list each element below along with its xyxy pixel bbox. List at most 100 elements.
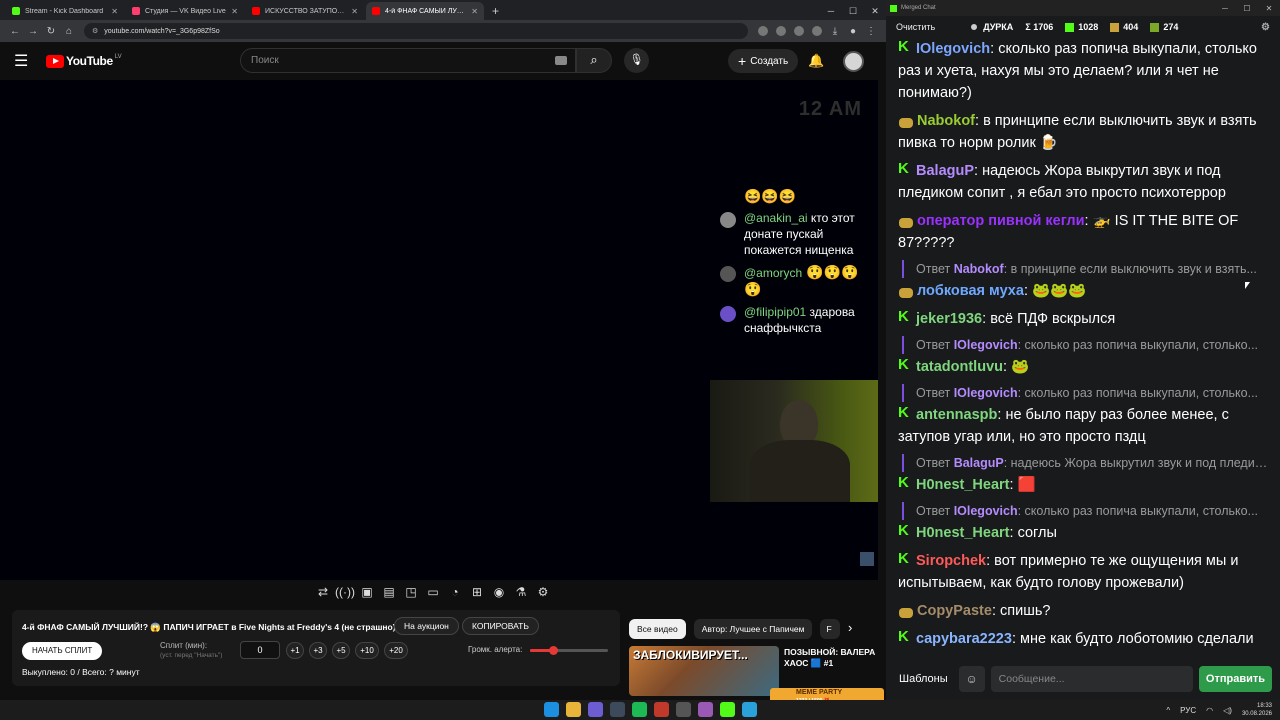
chat-username[interactable]: tatadontluvu — [916, 359, 1003, 375]
chat-username[interactable]: H0nest_Heart — [916, 525, 1010, 541]
reply-username[interactable]: IOlegovich — [954, 386, 1018, 400]
chat-username[interactable]: Siropchek — [916, 553, 986, 569]
hamburger-menu-icon[interactable]: ☰ — [14, 51, 38, 71]
home-icon[interactable]: ⌂ — [60, 26, 78, 37]
video-player[interactable]: 12 AM 😆😆😆 @anakin_ai кто этот донате пус… — [0, 80, 878, 580]
system-clock[interactable]: 18:33 30.08.2026 — [1242, 702, 1272, 718]
youtube-logo[interactable]: YouTube LV — [46, 54, 122, 68]
message-input[interactable]: Сообщение... — [990, 666, 1193, 692]
flask-icon[interactable]: ⚗ — [510, 583, 532, 601]
recommended-video-title[interactable]: ПОЗЫВНОЙ: ВАЛЕРА ХАОС 🟦 #1 — [784, 647, 876, 669]
telegram-icon[interactable] — [742, 702, 757, 717]
slider-knob[interactable] — [549, 646, 559, 655]
browser-tab[interactable]: Студия — VK Видео Live ✕ — [126, 2, 244, 20]
language-indicator[interactable]: РУС — [1180, 706, 1196, 715]
split-minutes-input[interactable]: 0 — [240, 641, 280, 659]
start-split-button[interactable]: НАЧАТЬ СПЛИТ — [22, 642, 103, 660]
minimize-icon[interactable]: ─ — [1214, 4, 1236, 13]
close-window-icon[interactable]: ✕ — [864, 2, 886, 20]
keyboard-icon[interactable] — [555, 56, 567, 65]
app-icon[interactable] — [676, 702, 691, 717]
network-icon[interactable]: ◠ — [1206, 706, 1213, 715]
new-tab-icon[interactable]: + — [486, 4, 505, 20]
chat-username[interactable]: jeker1936 — [916, 311, 982, 327]
extension-icon[interactable] — [758, 26, 768, 36]
extension-icon[interactable] — [776, 26, 786, 36]
chrome-icon[interactable] — [566, 702, 581, 717]
maximize-icon[interactable]: ☐ — [842, 2, 864, 20]
add-icon[interactable]: ⊞ — [466, 583, 488, 601]
reply-username[interactable]: Nabokof — [954, 262, 1004, 276]
chat-username[interactable]: оператор пивной кегли — [917, 213, 1085, 229]
avatar[interactable] — [843, 51, 864, 72]
download-icon[interactable]: ⤓ — [826, 26, 844, 37]
templates-button[interactable]: Шаблоны — [894, 666, 953, 692]
screenshot-icon[interactable]: ◉ — [488, 583, 510, 601]
extension-icon[interactable] — [794, 26, 804, 36]
copy-button[interactable]: КОПИРОВАТЬ — [462, 617, 539, 635]
close-tab-icon[interactable]: ✕ — [471, 7, 478, 16]
broadcast-icon[interactable]: ((·)) — [334, 583, 356, 601]
extension-icon[interactable] — [812, 26, 822, 36]
browser-tab[interactable]: ИСКУССТВО ЗАТУПОВ - YouTube ✕ — [246, 2, 364, 20]
chat-username[interactable]: H0nest_Heart — [916, 477, 1010, 493]
chat-username[interactable]: IOlegovich — [916, 41, 990, 57]
clear-chat-button[interactable]: Очистить — [896, 22, 935, 32]
chat-username[interactable]: CopyPaste — [917, 603, 992, 619]
maximize-icon[interactable]: ☐ — [1236, 4, 1258, 13]
reply-reference[interactable]: Ответ IOlegovich: сколько раз попича вык… — [902, 336, 1268, 354]
increment-button[interactable]: +20 — [384, 642, 408, 659]
search-button[interactable]: ⌕ — [576, 48, 612, 73]
windows-start-icon[interactable] — [544, 702, 559, 717]
back-icon[interactable]: ← — [6, 26, 24, 37]
volume-icon[interactable]: ◁) — [1223, 706, 1232, 715]
chip-author[interactable]: Автор: Лучшее с Папичем — [693, 619, 813, 639]
reply-reference[interactable]: Ответ IOlegovich: сколько раз попича вык… — [902, 502, 1268, 520]
increment-button[interactable]: +10 — [355, 642, 379, 659]
speed-icon[interactable]: ◔ — [444, 583, 466, 601]
chat-username[interactable]: Nabokof — [917, 113, 975, 129]
notifications-bell-icon[interactable]: 🔔 — [808, 53, 824, 69]
chat-username[interactable]: capybara2223 — [916, 631, 1012, 647]
reply-username[interactable]: BalaguP — [954, 456, 1004, 470]
picture-in-picture-icon[interactable]: ◳ — [400, 583, 422, 601]
chat-username[interactable]: BalaguP — [916, 163, 974, 179]
reply-reference[interactable]: Ответ IOlegovich: сколько раз попича вык… — [902, 384, 1268, 402]
clapper-icon[interactable]: ▤ — [378, 583, 400, 601]
loop-icon[interactable]: ⇄ — [312, 583, 334, 601]
obs-icon[interactable] — [698, 702, 713, 717]
create-button[interactable]: + Создать — [728, 49, 799, 73]
reply-username[interactable]: IOlegovich — [954, 338, 1018, 352]
chevron-right-icon[interactable]: › — [848, 620, 852, 635]
close-tab-icon[interactable]: ✕ — [351, 7, 358, 16]
forward-icon[interactable]: → — [24, 26, 42, 37]
subtitles-icon[interactable]: ▭ — [422, 583, 444, 601]
app-icon[interactable] — [654, 702, 669, 717]
reload-icon[interactable]: ↻ — [42, 26, 60, 37]
profile-icon[interactable]: ● — [844, 26, 862, 37]
chip-all-videos[interactable]: Все видео — [629, 619, 686, 639]
steam-icon[interactable] — [610, 702, 625, 717]
minimize-icon[interactable]: ─ — [820, 2, 842, 20]
reply-reference[interactable]: Ответ Nabokof: в принципе если выключить… — [902, 260, 1268, 278]
increment-button[interactable]: +3 — [309, 642, 327, 659]
address-bar[interactable]: ⚙ youtube.com/watch?v=_3G6p98ZfSo — [84, 23, 748, 39]
chat-message-list[interactable]: IOlegovich: сколько раз попича выкупали,… — [886, 38, 1280, 658]
channel-watermark-icon[interactable] — [860, 552, 874, 566]
menu-icon[interactable]: ⋮ — [862, 26, 880, 37]
recommended-video-thumbnail[interactable]: ЗАБЛОКИВИРУЕТ... — [629, 646, 779, 696]
chat-username[interactable]: лобковая муха — [917, 283, 1024, 299]
chat-username[interactable]: antennaspb — [916, 407, 997, 423]
reply-reference[interactable]: Ответ BalaguP: надеюсь Жора выкрутил зву… — [902, 454, 1268, 472]
auction-button[interactable]: На аукцион — [394, 617, 459, 635]
alert-volume-slider[interactable] — [530, 646, 608, 655]
tray-chevron-icon[interactable]: ^ — [1166, 706, 1170, 715]
discord-icon[interactable] — [588, 702, 603, 717]
send-button[interactable]: Отправить — [1198, 666, 1272, 692]
gear-icon[interactable]: ⚙ — [532, 583, 554, 601]
increment-button[interactable]: +5 — [332, 642, 350, 659]
browser-tab-active[interactable]: 4-й ФНАФ САМЫЙ ЛУЧШ... ✕ — [366, 2, 484, 20]
spotify-icon[interactable] — [632, 702, 647, 717]
kick-app-icon[interactable] — [720, 702, 735, 717]
close-tab-icon[interactable]: ✕ — [231, 7, 238, 16]
